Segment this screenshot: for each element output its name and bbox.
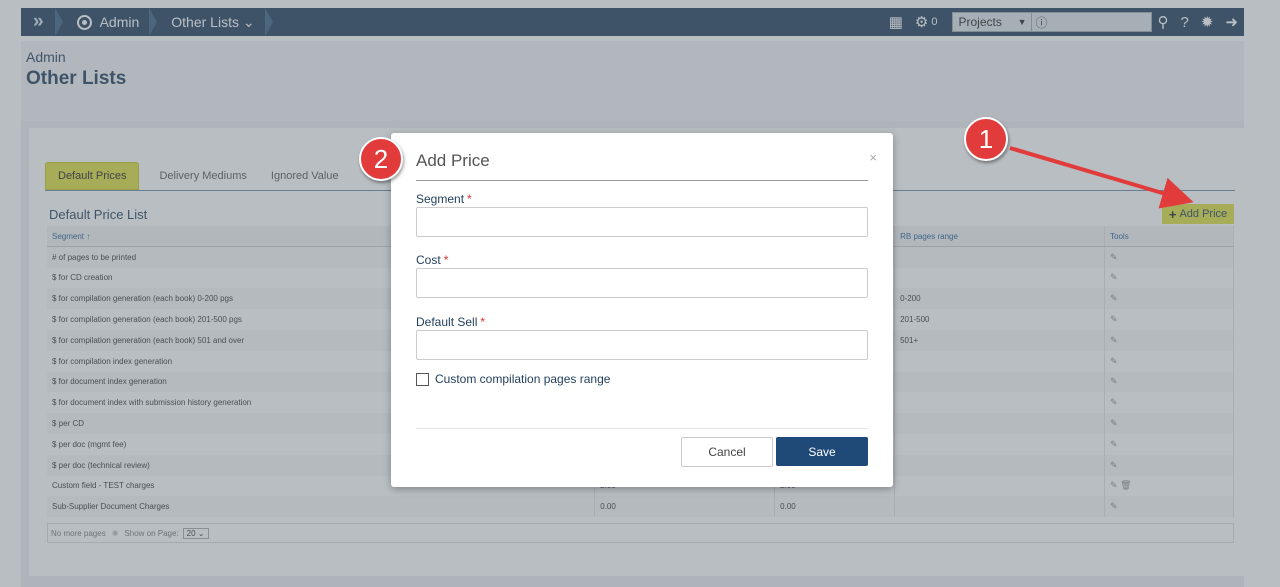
annotation-arrow — [1009, 146, 1194, 209]
annotation-marker-2: 2 — [359, 137, 403, 181]
annotation-marker-1: 1 — [964, 117, 1008, 161]
